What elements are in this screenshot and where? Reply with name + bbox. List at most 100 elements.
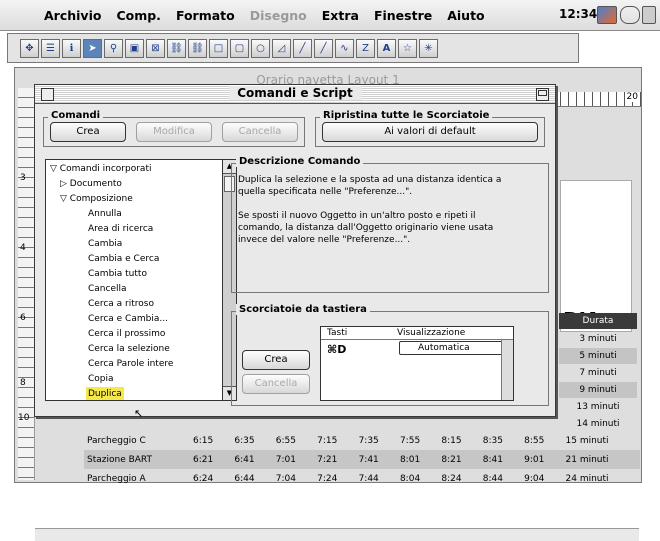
restore-group-label: Ripristina tutte le Scorciatoie [320,110,493,121]
control-strip-icon[interactable] [620,6,640,24]
display-mode-select[interactable]: Automatica [399,341,511,355]
time-cell: 7:55 [399,435,421,446]
linking-tool-icon[interactable]: ⛓ [167,38,186,58]
tree-item-label: Composizione [69,194,133,204]
bezier-line-tool-icon[interactable]: ∿ [335,38,354,58]
app-switcher-icon[interactable] [597,6,617,24]
menu-extra[interactable]: Extra [322,8,359,23]
shortcuts-table: Tasti Visualizzazione ⌘D Automatica [320,326,514,401]
dialog-title-bar[interactable]: Comandi e Script [35,85,555,104]
list-item-selected[interactable]: Duplica [86,387,124,400]
info-tool-icon[interactable]: ℹ [62,38,81,58]
starburst-tool-icon[interactable]: ✳ [419,38,438,58]
rectangle-tool-icon[interactable]: □ [209,38,228,58]
list-item[interactable]: Cerca Parole intere [88,357,173,372]
menu-comp[interactable]: Comp. [116,8,160,23]
tree-item-root[interactable]: ▽ Comandi incorporati [50,162,151,177]
pointer-tool-icon[interactable]: ➤ [83,38,102,58]
text-box-tool-icon[interactable]: ▣ [125,38,144,58]
duration-cell: 3 minuti [579,334,617,344]
modify-command-button[interactable]: Modifica [136,122,212,142]
menu-finestre[interactable]: Finestre [374,8,432,23]
duration-cell: 7 minuti [579,368,617,378]
list-item[interactable]: Cambia tutto [88,267,147,282]
time-cell: 8:41 [479,450,522,469]
ruler-number: 3 [20,173,26,183]
create-command-button[interactable]: Crea [50,122,126,142]
unlinking-tool-icon[interactable]: ⛓ [188,38,207,58]
list-item[interactable]: Area di ricerca [88,222,153,237]
time-cell: 9:04 [524,473,545,484]
shortcuts-scrollbar[interactable] [501,340,513,400]
list-item[interactable]: Cerca la selezione [88,342,170,357]
menu-aiuto[interactable]: Aiuto [447,8,484,23]
bezier-box-tool-icon[interactable]: ◿ [272,38,291,58]
item-tool-icon[interactable]: ✥ [20,38,39,58]
time-cell: 8:21 [438,450,480,469]
content-tool-icon[interactable]: ☰ [41,38,60,58]
disclosure-closed-icon[interactable]: ▷ [60,179,70,189]
time-cell: 7:35 [358,435,379,446]
time-cell: 8:55 [524,435,545,446]
zoom-tool-icon[interactable]: ⚲ [104,38,123,58]
list-item[interactable]: Cambia e Cerca [88,252,159,267]
disclosure-open-icon[interactable]: ▽ [60,194,70,204]
stop-name: Stazione BART [84,450,190,469]
time-cell: 7:41 [355,450,397,469]
description-text: Duplica la selezione e la sposta ad una … [238,174,518,246]
menu-clock: 12:34 [559,7,598,21]
tree-item-document[interactable]: ▷ Documento [60,177,122,192]
commands-tree-list[interactable]: ▽ Comandi incorporati ▷ Documento ▽ Comp… [45,159,223,401]
ruler-number: 8 [20,378,26,388]
time-cell: 9:01 [521,450,563,469]
ruler-number: 6 [20,313,26,323]
delete-shortcut-button[interactable]: Cancella [242,374,310,394]
menu-formato[interactable]: Formato [176,8,235,23]
shortcut-key[interactable]: ⌘D [327,343,346,356]
delete-command-button[interactable]: Cancella [222,122,298,142]
list-item[interactable]: Annulla [88,207,122,222]
text-tool-icon[interactable]: A [377,38,396,58]
list-item[interactable]: Cancella [88,282,127,297]
oval-tool-icon[interactable]: ○ [251,38,270,58]
time-cell: 7:21 [314,450,356,469]
line-tool-icon[interactable]: ╱ [293,38,312,58]
create-shortcut-button[interactable]: Crea [242,350,310,370]
table-row: Parcheggio C 6:15 6:35 6:55 7:15 7:35 7:… [84,431,640,450]
time-cell: 7:01 [272,450,315,469]
duration-cell: 21 minuti [562,450,640,469]
menu-archivio[interactable]: Archivio [44,8,101,23]
list-item[interactable]: Cerca il prossimo [88,327,165,342]
text-path-tool-icon[interactable]: Z [356,38,375,58]
commands-scripts-dialog: Comandi e Script Comandi Crea Modifica C… [34,84,556,420]
shortcuts-group: Scorciatoie da tastiera Crea Cancella Ta… [231,304,549,406]
orthogonal-line-tool-icon[interactable]: ╱ [314,38,333,58]
tool-palette: ✥ ☰ ℹ ➤ ⚲ ▣ ⊠ ⛓ ⛓ □ ▢ ○ ◿ ╱ ╱ ∿ Z A ☆ ✳ [7,33,579,63]
duration-cell: 13 minuti [576,402,620,412]
duration-cell: 14 minuti [576,419,620,429]
finder-icon[interactable] [642,6,656,24]
list-item[interactable]: Cerca e Cambia... [88,312,168,327]
time-cell: 6:15 [193,435,214,446]
zoom-box-icon[interactable] [536,88,549,101]
list-item[interactable]: Cerca a ritroso [88,297,154,312]
tree-item-label: Comandi incorporati [59,164,152,174]
mouse-cursor-icon: ↖ [134,407,144,420]
tree-item-composition[interactable]: ▽ Composizione [60,192,133,207]
time-cell: 8:15 [441,435,462,446]
restore-defaults-button[interactable]: Ai valori di default [322,122,538,142]
description-group: Descrizione Comando Duplica la selezione… [231,156,549,293]
disclosure-open-icon[interactable]: ▽ [50,164,60,174]
duration-header: Durata [559,313,637,329]
list-item[interactable]: Copia [88,372,114,387]
close-box-icon[interactable] [41,88,54,101]
star-tool-icon[interactable]: ☆ [398,38,417,58]
rounded-rect-tool-icon[interactable]: ▢ [230,38,249,58]
horizontal-scrollbar[interactable] [35,528,639,541]
table-row: Stazione BART 6:21 6:41 7:01 7:21 7:41 8… [84,450,640,469]
menu-disegno[interactable]: Disegno [250,8,307,23]
picture-box-tool-icon[interactable]: ⊠ [146,38,165,58]
list-item[interactable]: Cambia [88,237,122,252]
time-cell: 7:44 [358,473,379,484]
shortcuts-group-label: Scorciatoie da tastiera [236,304,370,315]
